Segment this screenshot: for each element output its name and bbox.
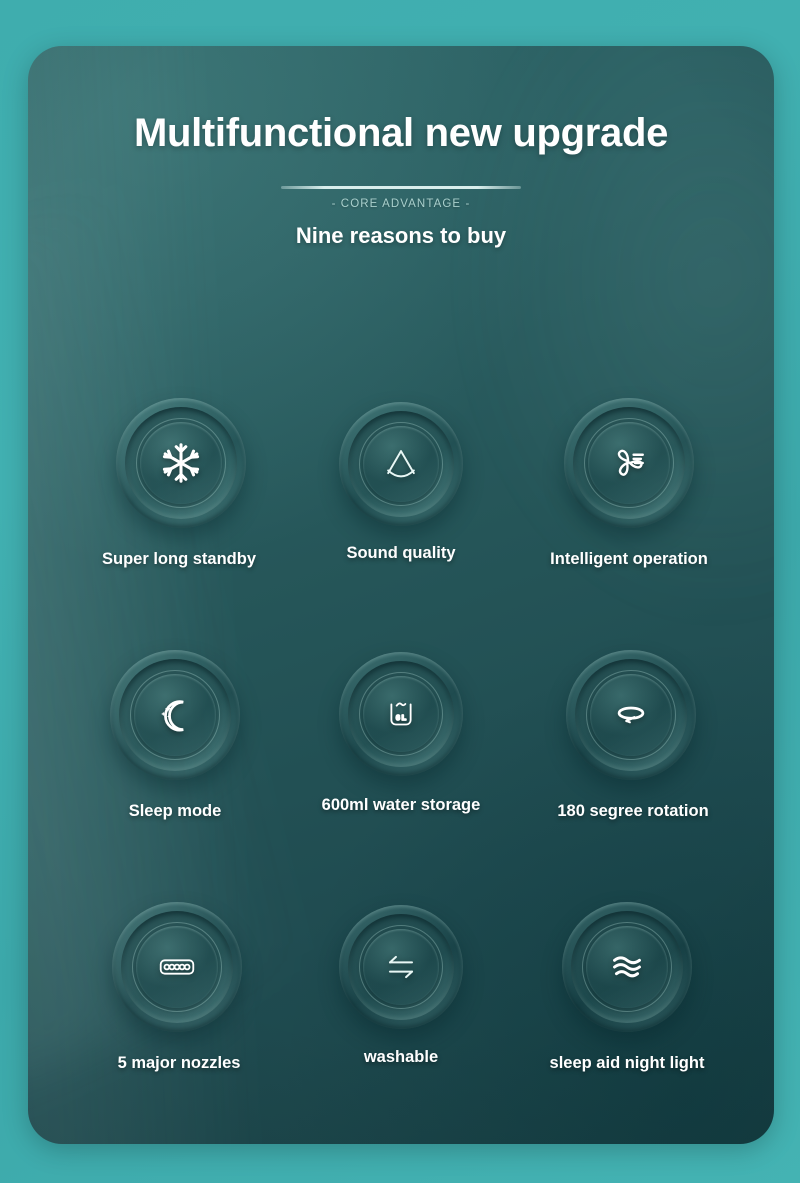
feature-item-water-storage[interactable]: 6 L 600ml water storage xyxy=(290,650,512,815)
feature-label: 180 segree rotation xyxy=(557,802,709,820)
feature-label: Sound quality xyxy=(346,544,456,562)
feature-grid: Super long standby Sound quality Intelli… xyxy=(68,398,734,1144)
feature-label: sleep aid night light xyxy=(549,1054,705,1072)
feature-item-night-light[interactable]: sleep aid night light xyxy=(512,902,734,1073)
header: Multifunctional new upgrade - CORE ADVAN… xyxy=(28,112,774,249)
header-divider xyxy=(281,186,521,189)
feature-label: washable xyxy=(363,1048,439,1066)
fan-airflow-icon xyxy=(602,436,656,490)
feature-item-intelligent-operation[interactable]: Intelligent operation xyxy=(512,398,734,569)
feature-icon-knob xyxy=(110,650,240,780)
feature-row: Super long standby Sound quality Intelli… xyxy=(68,398,734,644)
header-subtitle: Nine reasons to buy xyxy=(295,223,507,248)
feature-item-rotation[interactable]: 180 segree rotation xyxy=(512,650,734,821)
feature-icon-knob xyxy=(564,398,694,528)
feature-row: Sleep mode 6 L 600ml water storage 180 s… xyxy=(68,650,734,896)
feature-icon-knob xyxy=(562,902,692,1032)
feature-label: 5 major nozzles xyxy=(117,1054,241,1072)
feature-icon-knob: 6 L xyxy=(339,652,463,776)
water-tank-capacity-text: 6 L xyxy=(396,715,407,722)
water-tank-icon: 6 L xyxy=(374,687,428,741)
feature-icon-knob xyxy=(116,398,246,528)
feature-item-sound-quality[interactable]: Sound quality xyxy=(290,398,512,563)
feature-label: Sleep mode xyxy=(128,802,222,820)
feature-label: 600ml water storage xyxy=(321,796,481,814)
feature-item-sleep-mode[interactable]: Sleep mode xyxy=(68,650,290,821)
wavy-lines-icon xyxy=(600,940,654,994)
page-title: Multifunctional new upgrade xyxy=(133,111,669,155)
two-way-arrows-icon xyxy=(374,940,428,994)
feature-label: Intelligent operation xyxy=(550,550,708,568)
feature-item-washable[interactable]: washable xyxy=(290,902,512,1067)
rotation-ellipse-icon xyxy=(604,688,658,742)
feature-icon-knob xyxy=(112,902,242,1032)
page-root: Multifunctional new upgrade - CORE ADVAN… xyxy=(0,0,800,1183)
water-drop-outline-icon xyxy=(374,437,428,491)
feature-item-nozzles[interactable]: 5 major nozzles xyxy=(68,902,290,1073)
product-feature-card: Multifunctional new upgrade - CORE ADVAN… xyxy=(28,46,774,1144)
snowflake-icon xyxy=(154,436,208,490)
feature-row: 5 major nozzles washable sleep aid night… xyxy=(68,902,734,1144)
five-nozzles-icon xyxy=(150,940,204,994)
moon-stars-icon xyxy=(148,688,202,742)
feature-item-super-long-standby[interactable]: Super long standby xyxy=(68,398,290,569)
feature-icon-knob xyxy=(339,402,463,526)
feature-icon-knob xyxy=(566,650,696,780)
header-eyebrow: - CORE ADVANTAGE - xyxy=(331,198,471,210)
feature-icon-knob xyxy=(339,905,463,1029)
feature-label: Super long standby xyxy=(101,550,256,568)
